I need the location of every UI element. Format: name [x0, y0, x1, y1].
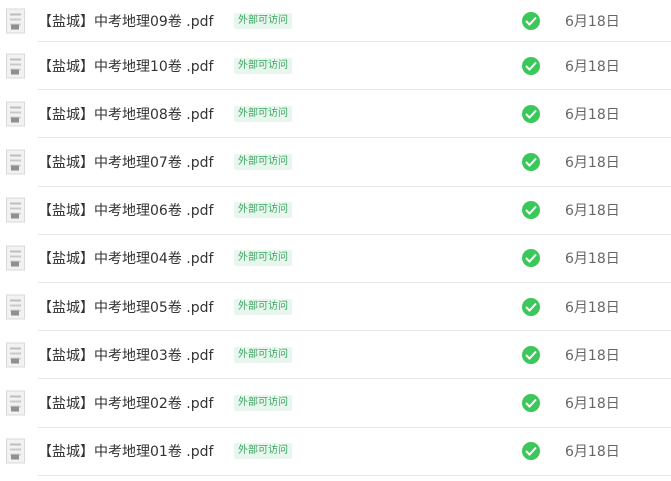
- file-row[interactable]: 【盐城】中考地理10卷 .pdf 外部可访问 6月18日: [6, 42, 671, 91]
- file-date: 6月18日: [565, 154, 620, 171]
- file-name[interactable]: 【盐城】中考地理09卷 .pdf: [38, 11, 213, 31]
- file-name[interactable]: 【盐城】中考地理06卷 .pdf: [38, 200, 213, 220]
- file-date: 6月18日: [565, 299, 620, 316]
- pdf-thumbnail-icon[interactable]: [6, 342, 25, 368]
- external-access-badge: 外部可访问: [234, 12, 292, 29]
- file-date: 6月18日: [565, 347, 620, 364]
- check-circle-icon: [522, 152, 540, 171]
- file-date: 6月18日: [565, 251, 620, 268]
- file-date: 6月18日: [565, 395, 620, 412]
- file-date: 6月18日: [565, 444, 620, 461]
- file-date: 6月18日: [565, 106, 620, 123]
- file-name[interactable]: 【盐城】中考地理03卷 .pdf: [38, 345, 213, 365]
- file-date: 6月18日: [565, 203, 620, 220]
- pdf-thumbnail-icon[interactable]: [6, 438, 25, 464]
- file-row[interactable]: 【盐城】中考地理09卷 .pdf 外部可访问 6月18日: [6, 0, 671, 42]
- external-access-badge: 外部可访问: [234, 153, 292, 170]
- check-circle-icon: [522, 249, 540, 268]
- pdf-thumbnail-icon[interactable]: [6, 245, 25, 271]
- external-access-badge: 外部可访问: [234, 443, 292, 460]
- file-name[interactable]: 【盐城】中考地理02卷 .pdf: [38, 393, 213, 413]
- check-circle-icon: [522, 345, 540, 364]
- check-circle-icon: [522, 104, 540, 123]
- check-circle-icon: [522, 201, 540, 220]
- check-circle-icon: [522, 393, 540, 412]
- pdf-thumbnail-icon[interactable]: [6, 149, 25, 175]
- pdf-thumbnail-icon[interactable]: [6, 8, 25, 33]
- file-name[interactable]: 【盐城】中考地理04卷 .pdf: [38, 248, 213, 268]
- external-access-badge: 外部可访问: [234, 105, 292, 122]
- pdf-thumbnail-icon[interactable]: [6, 197, 25, 223]
- file-row[interactable]: 【盐城】中考地理03卷 .pdf 外部可访问 6月18日: [6, 331, 671, 380]
- external-access-badge: 外部可访问: [234, 202, 292, 219]
- check-circle-icon: [522, 11, 540, 30]
- file-name[interactable]: 【盐城】中考地理10卷 .pdf: [38, 56, 213, 76]
- file-row[interactable]: 【盐城】中考地理01卷 .pdf 外部可访问 6月18日: [6, 428, 671, 476]
- file-name[interactable]: 【盐城】中考地理05卷 .pdf: [38, 297, 213, 317]
- external-access-badge: 外部可访问: [234, 250, 292, 267]
- pdf-thumbnail-icon[interactable]: [6, 390, 25, 416]
- pdf-thumbnail-icon[interactable]: [6, 101, 25, 127]
- file-row[interactable]: 【盐城】中考地理08卷 .pdf 外部可访问 6月18日: [6, 90, 671, 139]
- file-name[interactable]: 【盐城】中考地理07卷 .pdf: [38, 152, 213, 172]
- file-name[interactable]: 【盐城】中考地理01卷 .pdf: [38, 441, 213, 461]
- file-date: 6月18日: [565, 13, 620, 30]
- external-access-badge: 外部可访问: [234, 346, 292, 363]
- file-row[interactable]: 【盐城】中考地理05卷 .pdf 外部可访问 6月18日: [6, 283, 671, 332]
- file-row[interactable]: 【盐城】中考地理07卷 .pdf 外部可访问 6月18日: [6, 138, 671, 187]
- check-circle-icon: [522, 56, 540, 75]
- file-row[interactable]: 【盐城】中考地理02卷 .pdf 外部可访问 6月18日: [6, 379, 671, 428]
- pdf-thumbnail-icon[interactable]: [6, 53, 25, 79]
- check-circle-icon: [522, 442, 540, 461]
- file-list: 【盐城】中考地理09卷 .pdf 外部可访问 6月18日 【盐城】中考地理10卷…: [0, 0, 671, 481]
- file-name[interactable]: 【盐城】中考地理08卷 .pdf: [38, 104, 213, 124]
- file-row[interactable]: 【盐城】中考地理04卷 .pdf 外部可访问 6月18日: [6, 235, 671, 283]
- external-access-badge: 外部可访问: [234, 394, 292, 411]
- pdf-thumbnail-icon[interactable]: [6, 294, 25, 320]
- external-access-badge: 外部可访问: [234, 57, 292, 74]
- check-circle-icon: [522, 297, 540, 316]
- file-row[interactable]: 【盐城】中考地理06卷 .pdf 外部可访问 6月18日: [6, 187, 671, 235]
- file-date: 6月18日: [565, 58, 620, 75]
- external-access-badge: 外部可访问: [234, 298, 292, 315]
